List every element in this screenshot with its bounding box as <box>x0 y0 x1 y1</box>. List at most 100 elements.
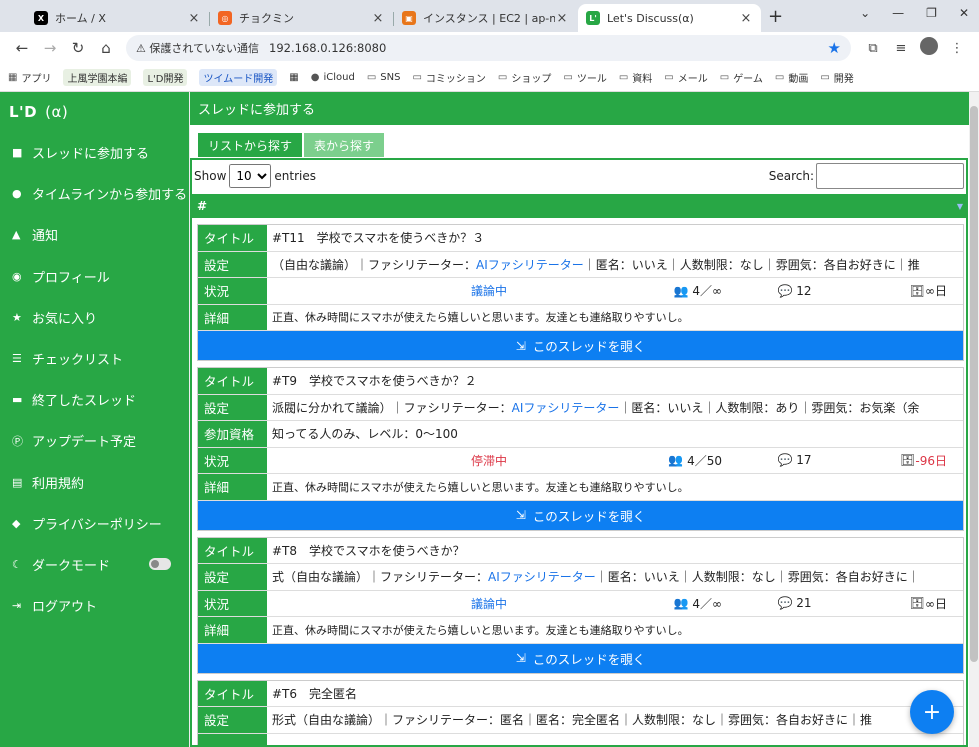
bookmark-folder[interactable]: ▭ ショップ <box>498 70 551 85</box>
tab-label: Let's Discuss(α) <box>607 11 694 25</box>
browser-tabbar: X ホーム / X × ◎ チョクミン × ▣ インスタンス | EC2 | a… <box>0 0 979 32</box>
bookmark-folder[interactable]: ▭ コミッション <box>412 70 485 85</box>
close-icon[interactable]: × <box>555 11 569 26</box>
bookmark-grid-icon[interactable]: ▦ <box>289 72 298 83</box>
extensions-icon[interactable]: ⧉ <box>859 41 887 56</box>
create-thread-button[interactable]: + <box>910 690 954 734</box>
sidebar-item-privacy[interactable]: ◆ プライバシーポリシー <box>0 503 189 544</box>
minimize-icon[interactable]: — <box>892 6 904 20</box>
folder-icon: ▭ <box>820 72 830 83</box>
sidebar-item-finished-threads[interactable]: ▬ 終了したスレッド <box>0 379 189 420</box>
close-icon[interactable]: × <box>739 11 753 26</box>
chat-icon: 💬 <box>777 596 793 611</box>
sidebar-item-favorites[interactable]: ★ お気に入り <box>0 297 189 338</box>
scrollbar-thumb[interactable] <box>970 106 978 662</box>
browser-tab-ld[interactable]: L' Let's Discuss(α) × <box>578 4 761 32</box>
tab-table[interactable]: 表から探す <box>304 133 385 157</box>
bookmark-folder[interactable]: ▭ 開発 <box>820 70 853 85</box>
search-input[interactable] <box>816 163 964 189</box>
bookmark-folder[interactable]: ▭ 資料 <box>619 70 652 85</box>
enter-icon: ⇲ <box>515 651 526 665</box>
title-label: タイトル <box>198 680 267 706</box>
bookmark-folder[interactable]: ▭ ツール <box>563 70 606 85</box>
bookmark-folder[interactable]: ▭ ゲーム <box>720 70 763 85</box>
view-thread-button[interactable]: ⇲ このスレッドを覗く <box>198 500 963 530</box>
table-header[interactable]: # ▼ <box>192 194 966 218</box>
shield-icon: ◆ <box>12 516 21 530</box>
bookmark-item[interactable]: 上風学園本編 <box>63 69 132 86</box>
reload-icon[interactable]: ↻ <box>64 39 92 57</box>
scrollbar[interactable] <box>969 92 979 747</box>
status-label: 状況 <box>198 278 267 304</box>
detail-label: 詳細 <box>198 474 267 500</box>
facilitator-link[interactable]: AIファシリテーター <box>488 568 596 585</box>
home-icon: ■ <box>12 146 23 160</box>
browser-tab-ec2[interactable]: ▣ インスタンス | EC2 | ap-northeast × <box>394 4 577 32</box>
status-label <box>198 733 267 745</box>
sidebar-item-terms[interactable]: ▤ 利用規約 <box>0 462 189 503</box>
chat-icon: 💬 <box>777 453 793 468</box>
sidebar-item-join-thread[interactable]: ■ スレッドに参加する <box>0 132 189 173</box>
bookmark-folder[interactable]: ▭ 動画 <box>775 70 808 85</box>
thread-status-row: 停滞中 👥 4／50 💬 17 🗄 -96日 <box>267 448 963 474</box>
sidebar-item-checklist[interactable]: ☰ チェックリスト <box>0 338 189 379</box>
facilitator-link[interactable]: AIファシリテーター <box>512 399 620 416</box>
sidebar-item-timeline[interactable]: ● タイムラインから参加する <box>0 173 189 214</box>
facilitator-link[interactable]: AIファシリテーター <box>476 256 584 273</box>
thread-title: #T11 学校でスマホを使うべきか？３ <box>272 231 485 246</box>
bookmark-folder[interactable]: ▭ SNS <box>367 72 401 83</box>
back-icon[interactable]: ← <box>8 39 36 57</box>
view-thread-button[interactable]: ⇲ このスレッドを覗く <box>198 331 963 360</box>
moon-icon: ☾ <box>12 557 22 571</box>
restore-icon[interactable]: ❐ <box>926 6 937 20</box>
profile-avatar[interactable] <box>915 37 943 59</box>
home-icon[interactable]: ⌂ <box>92 39 120 57</box>
ld-icon: L' <box>586 11 600 25</box>
sidebar-item-update-plan[interactable]: Ⓟ アップデート予定 <box>0 420 189 461</box>
x-icon: X <box>34 11 48 25</box>
bookmark-apps[interactable]: ▦ アプリ <box>8 70 51 85</box>
settings-label: 設定 <box>198 394 267 420</box>
close-icon[interactable]: × <box>371 11 385 26</box>
view-tabs: リストから探す 表から探す <box>190 125 979 157</box>
dropdown-icon[interactable]: ⌄ <box>860 6 870 20</box>
sidebar-item-logout[interactable]: ⇥ ログアウト <box>0 585 189 626</box>
members-count: 👥 4／50 <box>668 453 722 468</box>
entries-select[interactable]: 10 <box>229 164 272 188</box>
tab-list[interactable]: リストから探す <box>198 133 303 157</box>
bookmark-folder[interactable]: ▭ メール <box>664 70 707 85</box>
sidebar-item-dark-mode[interactable]: ☾ ダークモード <box>0 544 189 585</box>
close-icon[interactable]: × <box>187 11 201 26</box>
dark-mode-toggle[interactable] <box>149 558 171 571</box>
omnibox[interactable]: ⚠ 保護されていない通信 192.168.0.126:8080 ★ <box>126 35 851 61</box>
bookmark-item[interactable]: L'D開発 <box>143 69 188 86</box>
days-remaining: 🗄 ∞日 <box>909 596 947 611</box>
status-text: 停滞中 <box>470 453 507 468</box>
forward-icon[interactable]: → <box>36 39 64 57</box>
thread-card: タイトル #T8 学校でスマホを使うべきか？ 設定 式（自由な議論）｜ファシリテータ… <box>197 536 964 674</box>
close-window-icon[interactable]: ✕ <box>959 6 969 20</box>
qualification-label: 参加資格 <box>198 421 267 447</box>
sidebar-item-notifications[interactable]: ▲ 通知 <box>0 214 189 255</box>
browser-tab-chokumin[interactable]: ◎ チョクミン × <box>210 4 394 32</box>
bookmark-star-icon[interactable]: ★ <box>828 39 841 57</box>
brand-logo[interactable]: L'D (α) <box>0 92 189 132</box>
thread-settings: 式（自由な議論）｜ファシリテーター： AIファシリテーター ｜匿名：いいえ｜人数制限… <box>272 568 920 585</box>
thread-detail: 正直、休み時間にスマホが使えたら嬉しいと思います。友達とも連絡取りやすいし。 <box>272 480 689 494</box>
settings-label: 設定 <box>198 564 267 590</box>
comment-count: 💬 21 <box>777 596 812 611</box>
show-label: Show <box>194 169 227 183</box>
detail-label: 詳細 <box>198 617 267 643</box>
sidebar-item-profile[interactable]: ◉ プロフィール <box>0 256 189 297</box>
url-text[interactable]: 192.168.0.126:8080 <box>269 41 828 55</box>
bookmark-item[interactable]: ● iCloud <box>311 72 355 83</box>
security-warning[interactable]: ⚠ 保護されていない通信 <box>136 40 259 56</box>
menu-icon[interactable]: ⋮ <box>943 41 971 56</box>
bookmark-item[interactable]: ツイムード開発 <box>199 69 278 86</box>
app-icon: ◎ <box>218 11 232 25</box>
new-tab-icon[interactable]: + <box>768 6 783 27</box>
browser-tab-x[interactable]: X ホーム / X × <box>26 4 210 32</box>
title-label: タイトル <box>198 225 267 251</box>
media-icon[interactable]: ≡ <box>887 41 915 56</box>
view-thread-button[interactable]: ⇲ このスレッドを覗く <box>198 643 963 673</box>
